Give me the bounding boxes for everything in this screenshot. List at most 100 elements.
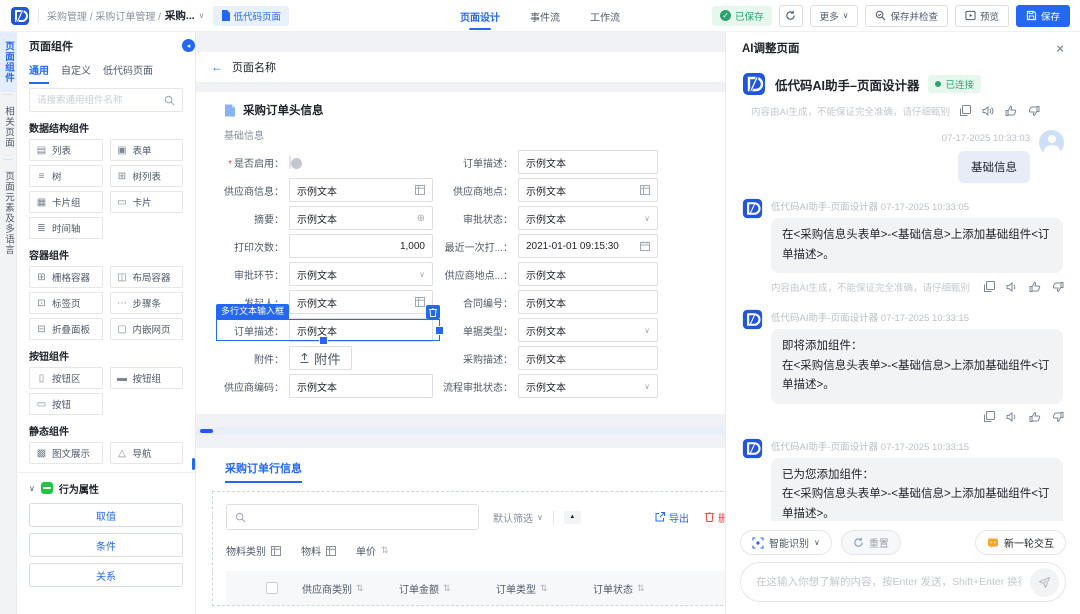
print-count-input[interactable]: 1,000 [289,234,433,258]
list-search[interactable] [226,504,479,530]
selected-component[interactable]: 订单描述： 示例文本 多行文本输入框 [224,318,433,342]
supplier-code-input[interactable]: 示例文本 [289,374,433,398]
component-button-group[interactable]: ▬按钮组 [110,367,184,389]
flow-approval-status-select[interactable]: 示例文本∨ [518,374,658,398]
upload-attachment-button[interactable]: 附件 [289,346,352,370]
sort-icon[interactable]: ⇅ [356,583,364,594]
column-order-type[interactable]: 订单类型⇅ [496,581,593,596]
speaker-icon[interactable] [1006,411,1018,423]
component-grid-container[interactable]: ⊞栅格容器 [29,266,103,288]
chevron-down-icon[interactable]: ∨ [644,326,650,335]
component-card-group[interactable]: ▦卡片组 [29,191,103,213]
contract-no-input[interactable]: 示例文本 [518,290,658,314]
component-tabs[interactable]: ⊡标签页 [29,292,103,314]
speaker-icon[interactable] [1006,281,1018,293]
default-filter-dropdown[interactable]: 默认筛选 ∨ [493,510,543,525]
table-select-icon[interactable] [415,185,425,195]
order-lines-tab[interactable]: 采购订单行信息 [225,460,302,483]
approval-step-select[interactable]: 示例文本∨ [289,262,433,286]
breadcrumb[interactable]: 采购管理 / 采购订单管理 / 采购... ∨ [47,8,205,23]
component-image-text[interactable]: ▩图文展示 [29,442,103,464]
component-steps[interactable]: ⋯步骤条 [110,292,184,314]
behavior-value-button[interactable]: 取值 [29,503,183,527]
lowcode-page-tab[interactable]: 低代码页面 [213,6,290,26]
list-search-input[interactable] [252,510,470,525]
copy-icon[interactable] [983,281,995,293]
column-order-amount[interactable]: 订单金额⇅ [399,581,496,596]
speaker-icon[interactable] [982,105,994,117]
sort-icon[interactable]: ⇅ [540,583,548,594]
table-select-icon[interactable] [415,297,425,307]
copy-icon[interactable] [983,411,995,423]
ai-chat-input[interactable] [756,576,1022,588]
rail-tab-page-components[interactable]: 页面组件 [0,32,17,92]
tab-page-design[interactable]: 页面设计 [458,0,502,33]
save-and-check-button[interactable]: 保存并检查 [865,5,948,27]
export-button[interactable]: 导出 [655,510,689,525]
component-form[interactable]: ▣表单 [110,139,184,161]
copy-icon[interactable] [959,105,971,117]
collapse-filter-button[interactable]: ▲ [564,511,581,524]
component-search-input[interactable] [37,95,158,106]
globe-icon[interactable]: ⊕ [417,213,425,224]
panel-tab-common[interactable]: 通用 [29,62,49,84]
order-desc-input[interactable]: 示例文本 [518,150,658,174]
thumbs-down-icon[interactable] [1052,411,1064,423]
collapse-panel-button[interactable]: ◂ [182,39,195,52]
component-collapse-panel[interactable]: ⊟折叠面板 [29,318,103,340]
ai-input-container[interactable] [740,562,1066,602]
component-iframe[interactable]: ▢内嵌网页 [110,318,184,340]
thumbs-up-icon[interactable] [1029,281,1041,293]
thumbs-up-icon[interactable] [1005,105,1017,117]
summary-input[interactable]: 示例文本⊕ [289,206,433,230]
thumbs-up-icon[interactable] [1029,411,1041,423]
supplier-info-input[interactable]: 示例文本 [289,178,433,202]
select-all-checkbox[interactable] [266,582,278,594]
more-button[interactable]: 更多 ∨ [810,5,859,27]
tab-event-flow[interactable]: 事件流 [528,0,562,33]
panel-resize-handle[interactable] [192,458,195,470]
panel-tab-lowcode-page[interactable]: 低代码页面 [103,62,153,84]
last-print-date-picker[interactable]: 2021-01-01 09:15:30 [518,234,658,258]
new-round-button[interactable]: 新一轮交互 [975,530,1066,555]
column-supplier-category[interactable]: 供应商类别⇅ [302,581,399,596]
toggle-switch[interactable] [289,156,291,169]
chevron-down-icon[interactable]: ∨ [644,382,650,391]
component-card[interactable]: ▭卡片 [110,191,184,213]
purchase-desc-input[interactable]: 示例文本 [518,346,658,370]
component-timeline[interactable]: ≣时间轴 [29,217,103,239]
back-arrow-icon[interactable]: ← [211,60,223,74]
panel-tab-custom[interactable]: 自定义 [61,62,91,84]
close-icon[interactable]: × [1056,41,1064,56]
reset-button[interactable]: 重置 [841,530,901,555]
thumbs-down-icon[interactable] [1052,281,1064,293]
filter-material-category[interactable]: 物料类别 [226,543,281,558]
behavior-relation-button[interactable]: 关系 [29,563,183,587]
filter-material[interactable]: 物料 [301,543,336,558]
sort-icon[interactable]: ⇅ [637,583,645,594]
delete-component-button[interactable] [426,305,440,319]
table-select-icon[interactable] [640,185,650,195]
resize-handle-right[interactable] [436,327,443,334]
refresh-button[interactable] [779,5,803,27]
order-desc-multiline-input[interactable]: 示例文本 [289,318,433,342]
preview-button[interactable]: 预览 [955,5,1009,27]
behavior-header[interactable]: ∨ 行为属性 [29,479,183,497]
scrollbar-thumb[interactable] [200,429,213,433]
component-tree-list[interactable]: ⊞树列表 [110,165,184,187]
filter-unit-price[interactable]: 单价⇅ [356,543,389,558]
component-layout-container[interactable]: ◫布局容器 [110,266,184,288]
component-button-area[interactable]: ▯按钮区 [29,367,103,389]
rail-tab-page-elements-i18n[interactable]: 页面元素及多语言 [0,162,17,264]
component-tree[interactable]: ≡树 [29,165,103,187]
supplier-site-input[interactable]: 示例文本 [518,178,658,202]
component-list[interactable]: ▤列表 [29,139,103,161]
component-button[interactable]: ▭按钮 [29,393,103,415]
resize-handle-bottom[interactable] [320,337,327,344]
component-search[interactable] [29,88,183,112]
rail-tab-related-pages[interactable]: 相关页面 [0,97,17,157]
order-header-form-card[interactable]: 采购订单头信息 基础信息 *是否启用： 订单描述： 示例文本 采购订单编号 供应… [196,92,725,414]
chevron-down-icon[interactable]: ∨ [199,11,205,20]
supplier-site2-input[interactable]: 示例文本 [518,262,658,286]
save-button[interactable]: 保存 [1016,5,1070,27]
